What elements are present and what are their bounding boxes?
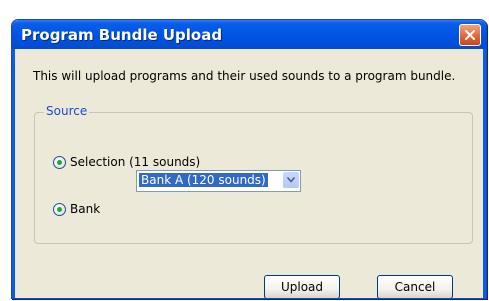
description-text: This will upload programs and their used…	[33, 69, 456, 83]
close-button[interactable]	[459, 24, 481, 46]
bank-label: Bank	[70, 202, 101, 216]
selection-label: Selection (11 sounds)	[70, 155, 201, 169]
dialog-content: This will upload programs and their used…	[12, 49, 486, 298]
bank-option[interactable]: Bank	[53, 202, 100, 216]
cancel-button[interactable]: Cancel	[377, 275, 453, 298]
bank-select-value: Bank A (120 sounds)	[138, 172, 269, 188]
dropdown-button[interactable]	[283, 172, 299, 188]
selection-radio[interactable]	[53, 155, 66, 169]
close-icon	[465, 30, 475, 40]
selection-option[interactable]: Selection (11 sounds)	[53, 155, 200, 169]
chevron-down-icon	[287, 177, 295, 183]
dialog-title: Program Bundle Upload	[21, 26, 223, 44]
program-bundle-upload-dialog: Program Bundle Upload This will upload p…	[11, 19, 487, 299]
upload-button[interactable]: Upload	[264, 275, 340, 298]
bank-select[interactable]: Bank A (120 sounds)	[136, 170, 301, 192]
bank-radio[interactable]	[53, 202, 66, 216]
source-legend: Source	[44, 104, 90, 118]
titlebar[interactable]: Program Bundle Upload	[12, 20, 486, 49]
